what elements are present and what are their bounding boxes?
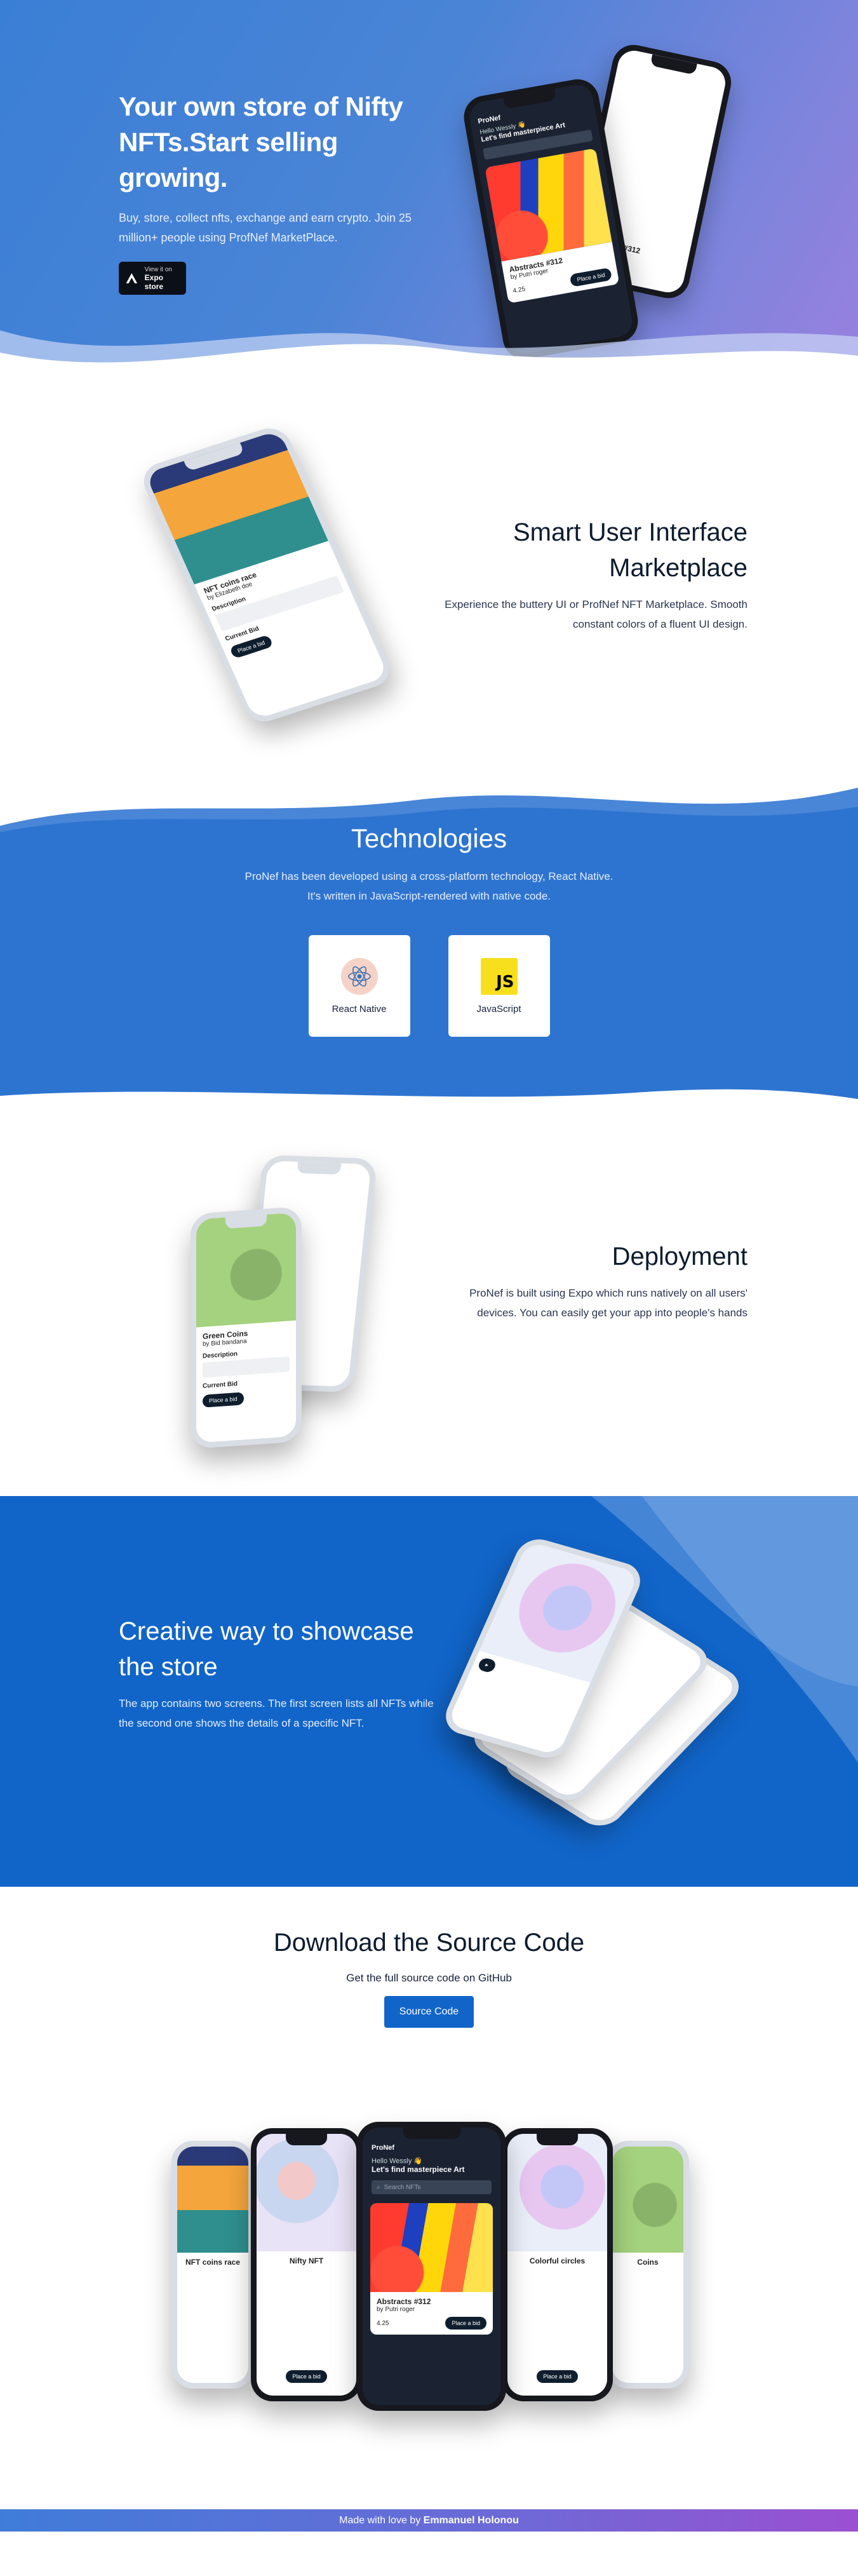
gallery-right-bid[interactable]: Place a bid	[537, 2370, 578, 2383]
tech-subtitle: ProNef has been developed using a cross-…	[0, 867, 858, 906]
technologies-section: Technologies ProNef has been developed u…	[0, 781, 858, 1105]
hero-subtitle: Buy, store, collect nfts, exchange and e…	[119, 212, 412, 244]
react-icon	[340, 957, 378, 995]
creative-phone-bid-button[interactable]: ▸	[476, 1657, 497, 1674]
hero-phone-price: 4.25	[512, 285, 526, 295]
gallery-center-screen: ProNef Hello Wessly 👋 Let's find masterp…	[363, 2128, 500, 2405]
tech-bottom-wave	[0, 1089, 858, 1105]
deploy-phone-front: Green Coins by Bid bandana Description C…	[191, 1206, 302, 1450]
source-code-button[interactable]: Source Code	[384, 1996, 474, 2028]
tech-card-react-native: React Native	[308, 935, 410, 1037]
gallery-right-title: Colorful circles	[529, 2256, 586, 2266]
gallery-far-left-title: NFT coins race	[185, 2258, 241, 2267]
gallery-far-right-screen: Coins	[612, 2147, 683, 2383]
smart-title: Smart User Interface Marketplace	[513, 518, 747, 582]
expo-button-big-label: Expo store	[144, 273, 164, 291]
gallery-center-card-title: Abstracts #312	[377, 2297, 431, 2306]
gallery-center-search[interactable]: ⌕ Search NFTs	[372, 2180, 492, 2194]
smart-phone-screen: NFT coins race by Elizabeth doe Descript…	[145, 429, 389, 720]
js-icon: JS	[480, 957, 518, 995]
download-title: Download the Source Code	[273, 1929, 585, 1957]
smart-ui-section: NFT coins race by Elizabeth doe Descript…	[0, 391, 858, 781]
footer-author-link[interactable]: Emmanuel Holonou	[424, 2515, 519, 2526]
tech-card-js-label: JavaScript	[476, 1003, 521, 1015]
deploy-phone-bid-button[interactable]: Place a bid	[203, 1392, 244, 1408]
tech-card-react-label: React Native	[332, 1003, 387, 1015]
deploy-phone-art	[196, 1212, 296, 1328]
gallery-center-art	[370, 2203, 493, 2292]
footer-prefix: Made with love by	[339, 2515, 421, 2526]
tech-title: Technologies	[351, 823, 507, 853]
tech-cards: React Native JS JavaScript	[0, 935, 858, 1037]
footer: Made with love by Emmanuel Holonou	[0, 2509, 858, 2532]
gallery-far-right-title: Coins	[637, 2258, 659, 2267]
creative-text: Creative way to showcase the store The a…	[119, 1614, 436, 1733]
download-subtitle: Get the full source code on GitHub	[346, 1972, 512, 1984]
creative-section: Creative way to showcase the store The a…	[0, 1496, 858, 1887]
expo-button-small-label: View it on	[144, 266, 172, 273]
deploy-text: Deployment ProNef is built using Expo wh…	[430, 1239, 747, 1323]
phone-gallery: NFT coins race Nifty NFT Place a bid Coi…	[0, 2122, 858, 2414]
hero-phone-art	[485, 148, 612, 262]
gallery-center-app: ProNef	[372, 2144, 395, 2152]
hero-text: Your own store of Nifty NFTs.Start selli…	[119, 89, 430, 295]
hero-title: Your own store of Nifty NFTs.Start selli…	[119, 91, 403, 192]
hero-section: Your own store of Nifty NFTs.Start selli…	[0, 0, 858, 391]
search-icon: ⌕	[377, 2183, 380, 2191]
gallery-center-bid[interactable]: Place a bid	[445, 2317, 486, 2330]
gallery-center-search-placeholder: Search NFTs	[384, 2183, 421, 2191]
gallery-far-left-screen: NFT coins race	[177, 2147, 248, 2383]
download-section: Download the Source Code Get the full so…	[0, 1887, 858, 2509]
deployment-section: Green Coins by Bid bandana Description C…	[0, 1105, 858, 1496]
expo-button-label: View it on Expo store	[145, 266, 176, 291]
creative-title: Creative way to showcase the store	[119, 1617, 414, 1681]
deploy-phone-card: Green Coins by Bid bandana Description C…	[196, 1321, 296, 1413]
deploy-title: Deployment	[612, 1243, 747, 1271]
gallery-phone-center: ProNef Hello Wessly 👋 Let's find masterp…	[357, 2122, 506, 2411]
tech-subtitle-line2: It's written in JavaScript-rendered with…	[307, 890, 551, 902]
hero-wave	[0, 330, 858, 391]
expo-icon	[126, 273, 138, 283]
gallery-center-headline: Let's find masterpiece Art	[372, 2165, 465, 2174]
gallery-center-greeting: Hello Wessly 👋	[372, 2157, 423, 2165]
deploy-body: ProNef is built using Expo which runs na…	[469, 1287, 747, 1319]
gallery-center-card-author: by Putri roger	[377, 2306, 415, 2313]
gallery-left-title: Nifty NFT	[289, 2256, 324, 2266]
gallery-phone-far-left: NFT coins race	[171, 2141, 254, 2389]
gallery-center-price: 4.25	[377, 2319, 389, 2327]
gallery-phone-far-right: Coins	[607, 2141, 689, 2389]
gallery-center-card: Abstracts #312 by Putri roger 4.25 Place…	[370, 2292, 493, 2335]
deploy-phone-bid-label: Current Bid	[203, 1380, 238, 1390]
gallery-left-screen: Nifty NFT Place a bid	[257, 2134, 356, 2396]
tech-subtitle-line1: ProNef has been developed using a cross-…	[245, 870, 613, 882]
gallery-left-bid[interactable]: Place a bid	[286, 2370, 327, 2383]
deploy-phone-front-screen: Green Coins by Bid bandana Description C…	[196, 1212, 296, 1443]
gallery-phone-left: Nifty NFT Place a bid	[251, 2128, 362, 2401]
expo-store-button[interactable]: View it on Expo store	[119, 262, 186, 295]
creative-body: The app contains two screens. The first …	[119, 1697, 434, 1729]
smart-phone: NFT coins race by Elizabeth doe Descript…	[137, 422, 397, 727]
gallery-phone-right: Colorful circles Place a bid	[502, 2128, 613, 2401]
tech-content: Technologies ProNef has been developed u…	[0, 819, 858, 1037]
smart-body: Experience the buttery UI or ProfNef NFT…	[445, 598, 747, 630]
hero-phone-bid-button[interactable]: Place a bid	[570, 267, 613, 287]
tech-card-javascript: JS JavaScript	[448, 935, 550, 1037]
smart-text: Smart User Interface Marketplace Experie…	[417, 515, 747, 634]
gallery-right-screen: Colorful circles Place a bid	[507, 2134, 607, 2396]
